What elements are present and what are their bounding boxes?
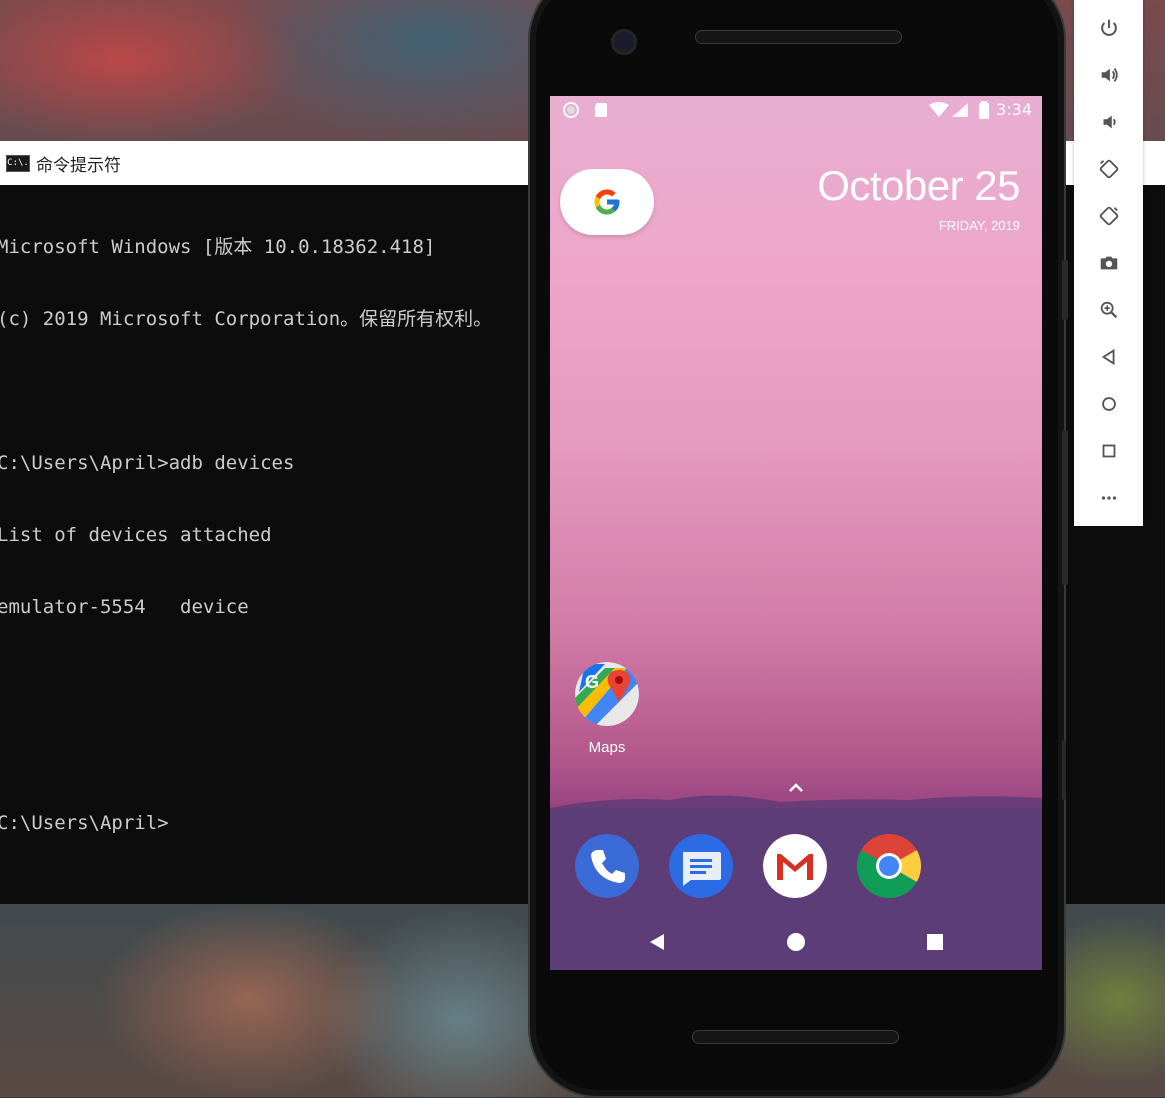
volume-down-icon xyxy=(1103,115,1116,129)
camera-icon xyxy=(1100,256,1118,270)
home-icon[interactable] xyxy=(786,932,806,952)
app-dock xyxy=(550,808,1042,970)
phone-icon[interactable] xyxy=(575,834,639,898)
home-icon xyxy=(1102,397,1116,411)
home-button[interactable] xyxy=(1096,391,1122,417)
gmail-icon[interactable] xyxy=(763,834,827,898)
notification-circle-icon xyxy=(563,102,579,118)
back-button[interactable] xyxy=(1096,344,1122,370)
rotate-right-icon xyxy=(1099,206,1119,226)
power-side-button xyxy=(1062,260,1068,320)
date-widget-main[interactable]: October 25 xyxy=(817,162,1020,210)
rotate-left-button[interactable] xyxy=(1096,156,1122,182)
sd-card-icon xyxy=(595,103,607,117)
emulator-toolbar xyxy=(1074,0,1143,526)
chrome-icon[interactable] xyxy=(857,834,921,898)
google-search-widget[interactable] xyxy=(560,169,654,235)
maps-label: Maps xyxy=(588,739,626,756)
bottom-speaker xyxy=(692,1030,899,1044)
status-bar: 3:34 xyxy=(550,96,1042,124)
back-icon xyxy=(1101,348,1115,366)
more-button[interactable] xyxy=(1096,485,1122,511)
messages-icon[interactable] xyxy=(669,834,733,898)
date-widget-sub: FRIDAY, 2019 xyxy=(938,218,1020,233)
back-icon[interactable] xyxy=(648,932,668,952)
recents-icon[interactable] xyxy=(925,932,945,952)
power-icon xyxy=(1101,19,1117,36)
svg-text:G: G xyxy=(585,672,599,692)
screenshot-button[interactable] xyxy=(1096,250,1122,276)
volume-down-button[interactable] xyxy=(1096,109,1122,135)
rotate-left-icon xyxy=(1099,159,1119,179)
cmd-app-icon: C:\. xyxy=(6,154,30,172)
zoom-button[interactable] xyxy=(1096,297,1122,323)
overview-button[interactable] xyxy=(1096,438,1122,464)
side-button xyxy=(1062,740,1066,800)
front-camera xyxy=(611,29,637,55)
power-button[interactable] xyxy=(1096,15,1122,41)
wifi-signal-icon xyxy=(929,102,968,117)
maps-icon[interactable]: G xyxy=(575,662,639,726)
volume-side-button xyxy=(1062,430,1068,585)
overview-icon xyxy=(1102,444,1116,458)
window-title: 命令提示符 xyxy=(36,155,121,176)
google-g-icon xyxy=(594,189,620,215)
zoom-icon xyxy=(1100,301,1118,319)
android-home-screen[interactable]: 3:34 October 25 FRIDAY, 2019 G Maps xyxy=(550,96,1042,970)
battery-icon xyxy=(979,101,989,119)
more-icon xyxy=(1101,496,1117,500)
status-time: 3:34 xyxy=(996,100,1032,119)
earpiece-speaker xyxy=(695,30,902,44)
rotate-right-button[interactable] xyxy=(1096,203,1122,229)
volume-up-icon xyxy=(1101,68,1118,82)
volume-up-button[interactable] xyxy=(1096,62,1122,88)
